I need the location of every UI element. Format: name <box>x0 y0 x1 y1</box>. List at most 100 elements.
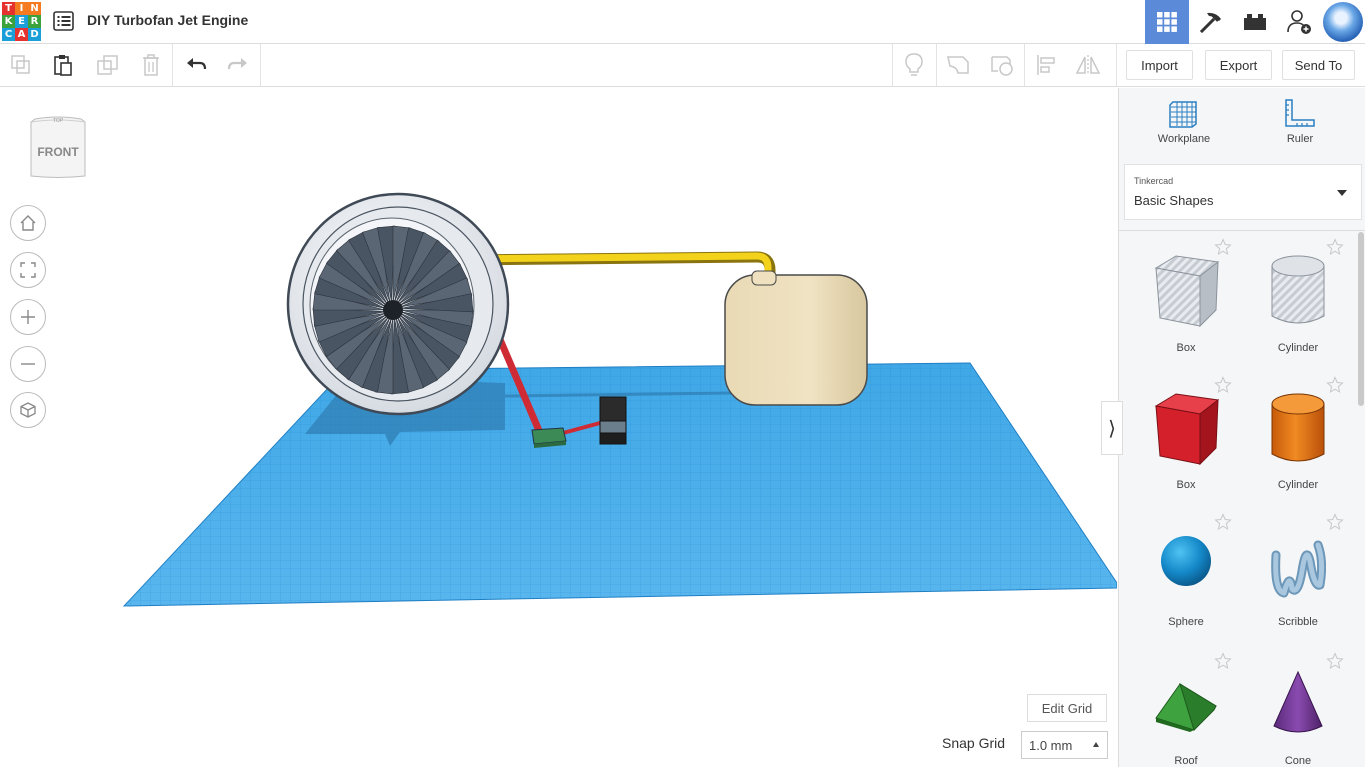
workplane-tool[interactable]: Workplane <box>1144 98 1224 145</box>
redo-button[interactable] <box>222 50 254 80</box>
minecraft-pickaxe-button[interactable] <box>1189 0 1233 44</box>
delete-button[interactable] <box>135 50 167 80</box>
motor-block[interactable] <box>599 396 627 445</box>
zoom-in-button[interactable] <box>10 299 46 335</box>
toolbar-separator <box>1024 44 1025 87</box>
bricks-button[interactable] <box>1233 0 1277 44</box>
chevron-right-icon: ⟩ <box>1108 417 1116 440</box>
snap-grid-label: Snap Grid <box>942 735 1006 751</box>
cone-icon <box>1273 670 1323 733</box>
logo-letter: D <box>28 28 41 41</box>
user-avatar[interactable] <box>1323 2 1363 42</box>
panel-scrollbar[interactable] <box>1358 232 1364 406</box>
align-button[interactable] <box>1030 50 1062 80</box>
logo-letter: R <box>28 15 41 28</box>
ungroup-icon <box>991 56 1013 76</box>
collapse-panel-button[interactable]: ⟩ <box>1101 401 1123 455</box>
edit-grid-button[interactable]: Edit Grid <box>1027 694 1107 722</box>
document-title[interactable]: DIY Turbofan Jet Engine <box>87 12 248 28</box>
library-provider: Tinkercad <box>1134 176 1174 186</box>
scribble-icon <box>1271 540 1326 598</box>
zoom-out-button[interactable] <box>10 346 46 382</box>
group-icon <box>947 56 969 74</box>
favorite-star-icon[interactable] <box>1326 652 1344 670</box>
shape-cone[interactable]: Cone <box>1242 652 1354 767</box>
top-right-tools <box>1145 0 1365 44</box>
duplicate-button[interactable] <box>92 50 124 80</box>
copy-icon <box>11 55 30 74</box>
align-icon <box>1037 55 1055 75</box>
library-name: Basic Shapes <box>1134 193 1214 208</box>
paste-button[interactable] <box>47 50 79 80</box>
viewcube-front-label: FRONT <box>37 145 79 159</box>
invite-user-button[interactable] <box>1277 0 1321 44</box>
mirror-button[interactable] <box>1072 50 1104 80</box>
ungroup-button[interactable] <box>986 50 1018 80</box>
minus-icon <box>21 363 35 365</box>
undo-button[interactable] <box>180 50 212 80</box>
shape-label: Cone <box>1284 755 1312 767</box>
snap-grid-select[interactable]: 1.0 mm <box>1021 731 1108 759</box>
sphere-icon <box>1161 536 1211 586</box>
copy-button[interactable] <box>5 50 37 80</box>
shape-cylinder-hole[interactable]: Cylinder <box>1242 238 1354 372</box>
shape-box-hole[interactable]: Box <box>1130 238 1242 372</box>
shape-label: Box <box>1176 342 1196 354</box>
edit-toolbar: Import Export Send To <box>0 44 1365 87</box>
pickaxe-icon <box>1199 12 1221 34</box>
trash-icon <box>143 54 159 76</box>
cylinder-icon <box>1271 393 1325 462</box>
roof-icon <box>1155 682 1217 732</box>
chevron-up-icon <box>1093 742 1099 747</box>
favorite-star-icon[interactable] <box>1326 513 1344 531</box>
favorite-star-icon[interactable] <box>1214 513 1232 531</box>
plus-icon <box>21 310 35 324</box>
shape-label: Roof <box>1174 755 1198 767</box>
engine-nacelle[interactable] <box>286 192 510 416</box>
import-button[interactable]: Import <box>1126 50 1193 80</box>
shape-sphere[interactable]: Sphere <box>1130 513 1242 647</box>
undo-icon <box>187 58 207 70</box>
send-to-button[interactable]: Send To <box>1282 50 1355 80</box>
paste-icon <box>54 55 72 76</box>
panel-tools: Workplane Ruler <box>1119 88 1365 162</box>
cylinder-hole-icon <box>1271 255 1325 324</box>
shape-cylinder[interactable]: Cylinder <box>1242 376 1354 510</box>
mirror-icon <box>1075 55 1101 75</box>
workplane-label: Workplane <box>1157 133 1211 145</box>
ruler-tool[interactable]: Ruler <box>1260 98 1340 145</box>
brick-icon <box>1244 14 1266 30</box>
3d-viewport[interactable]: TOP FRONT Edit Grid Snap Grid 1.0 mm <box>0 88 1117 767</box>
design-menu-icon[interactable] <box>53 11 75 31</box>
3d-design-view-button[interactable] <box>1145 0 1189 44</box>
ruler-label: Ruler <box>1286 133 1314 145</box>
favorite-star-icon[interactable] <box>1214 652 1232 670</box>
duplicate-icon <box>97 55 118 75</box>
logo-letter: I <box>15 2 28 15</box>
controller-board[interactable] <box>531 427 567 448</box>
favorite-star-icon[interactable] <box>1326 238 1344 256</box>
chevron-down-icon <box>1337 190 1347 196</box>
logo-letter: K <box>2 15 15 28</box>
perspective-button[interactable] <box>10 392 46 428</box>
group-button[interactable] <box>942 50 974 80</box>
favorite-star-icon[interactable] <box>1326 376 1344 394</box>
shape-scribble[interactable]: Scribble <box>1242 513 1354 647</box>
tinkercad-logo[interactable]: TINKERCAD <box>2 2 42 42</box>
view-cube[interactable]: TOP FRONT <box>29 116 87 180</box>
shape-library-select[interactable]: Tinkercad Basic Shapes <box>1124 164 1362 220</box>
fit-view-button[interactable] <box>10 252 46 288</box>
notes-button[interactable] <box>898 50 930 80</box>
fuel-tank[interactable] <box>724 270 868 406</box>
shape-roof[interactable]: Roof <box>1130 652 1242 767</box>
fit-icon <box>20 262 36 278</box>
home-icon <box>20 215 36 231</box>
export-button[interactable]: Export <box>1205 50 1272 80</box>
shape-label: Cylinder <box>1277 479 1319 491</box>
shape-box[interactable]: Box <box>1130 376 1242 510</box>
grid-icon <box>1157 12 1177 32</box>
home-view-button[interactable] <box>10 205 46 241</box>
shape-label: Box <box>1176 479 1196 491</box>
scene <box>122 192 1117 607</box>
workplane-icon <box>1169 101 1197 128</box>
